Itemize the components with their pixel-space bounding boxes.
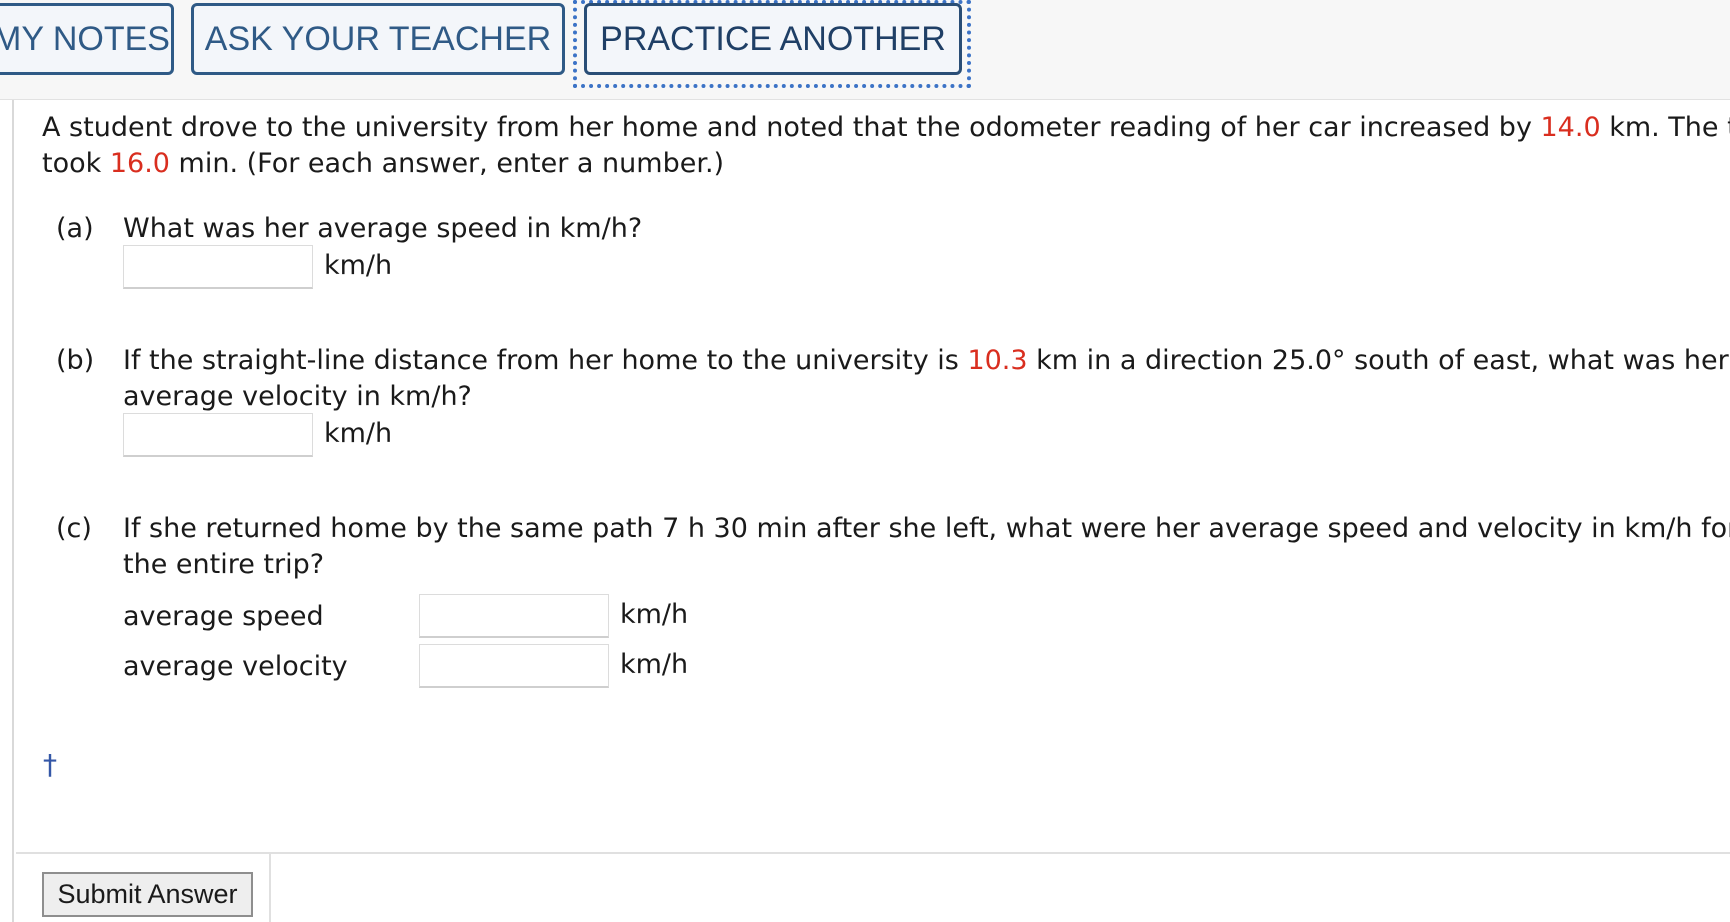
part-b-unit: km/h [324, 418, 393, 449]
problem-text: km. The trip [1609, 112, 1730, 143]
average-speed-unit: km/h [620, 599, 689, 630]
part-b-question-line-2: average velocity in km/h? [123, 381, 472, 412]
part-a-question: What was her average speed in km/h? [123, 213, 643, 244]
time-value: 16.0 [109, 148, 170, 179]
part-a-unit: km/h [324, 250, 393, 281]
part-b-question-line-1: If the straight-line distance from her h… [123, 343, 1729, 379]
my-notes-button[interactable]: MY NOTES [0, 3, 174, 75]
question-toolbar: MY NOTES ASK YOUR TEACHER PRACTICE ANOTH… [0, 0, 1730, 100]
question-text: km in a direction 25.0° south of east, w… [1027, 345, 1729, 376]
footer-divider [16, 852, 1730, 854]
problem-text-line-1: A student drove to the university from h… [42, 110, 1730, 146]
ask-your-teacher-button[interactable]: ASK YOUR TEACHER [191, 3, 565, 75]
problem-text: A student drove to the university from h… [42, 112, 1541, 143]
average-speed-input[interactable] [419, 594, 609, 638]
problem-text-line-2: took 16.0 min. (For each answer, enter a… [42, 146, 724, 182]
distance-value: 14.0 [1540, 112, 1601, 143]
webassign-question-page: MY NOTES ASK YOUR TEACHER PRACTICE ANOTH… [0, 0, 1730, 922]
submit-answer-button[interactable]: Submit Answer [42, 872, 253, 917]
displacement-value: 10.3 [967, 345, 1028, 376]
question-content: A student drove to the university from h… [12, 100, 1730, 922]
part-c-label: (c) [56, 513, 92, 544]
problem-text: took [42, 148, 110, 179]
question-text: If the straight-line distance from her h… [123, 345, 968, 376]
part-b-answer-input[interactable] [123, 413, 313, 457]
part-c-question-line-2: the entire trip? [123, 549, 325, 580]
part-a-label: (a) [56, 213, 94, 244]
practice-another-button[interactable]: PRACTICE ANOTHER [584, 3, 962, 75]
part-a-answer-input[interactable] [123, 245, 313, 289]
average-speed-label: average speed [123, 601, 324, 632]
average-velocity-input[interactable] [419, 644, 609, 688]
average-velocity-unit: km/h [620, 649, 689, 680]
part-c-question-line-1: If she returned home by the same path 7 … [123, 513, 1730, 544]
part-b-label: (b) [56, 345, 95, 376]
dagger-footnote-mark[interactable]: † [43, 748, 57, 781]
footer-separator [269, 852, 271, 922]
problem-text: min. (For each answer, enter a number.) [169, 148, 725, 179]
average-velocity-label: average velocity [123, 651, 348, 682]
